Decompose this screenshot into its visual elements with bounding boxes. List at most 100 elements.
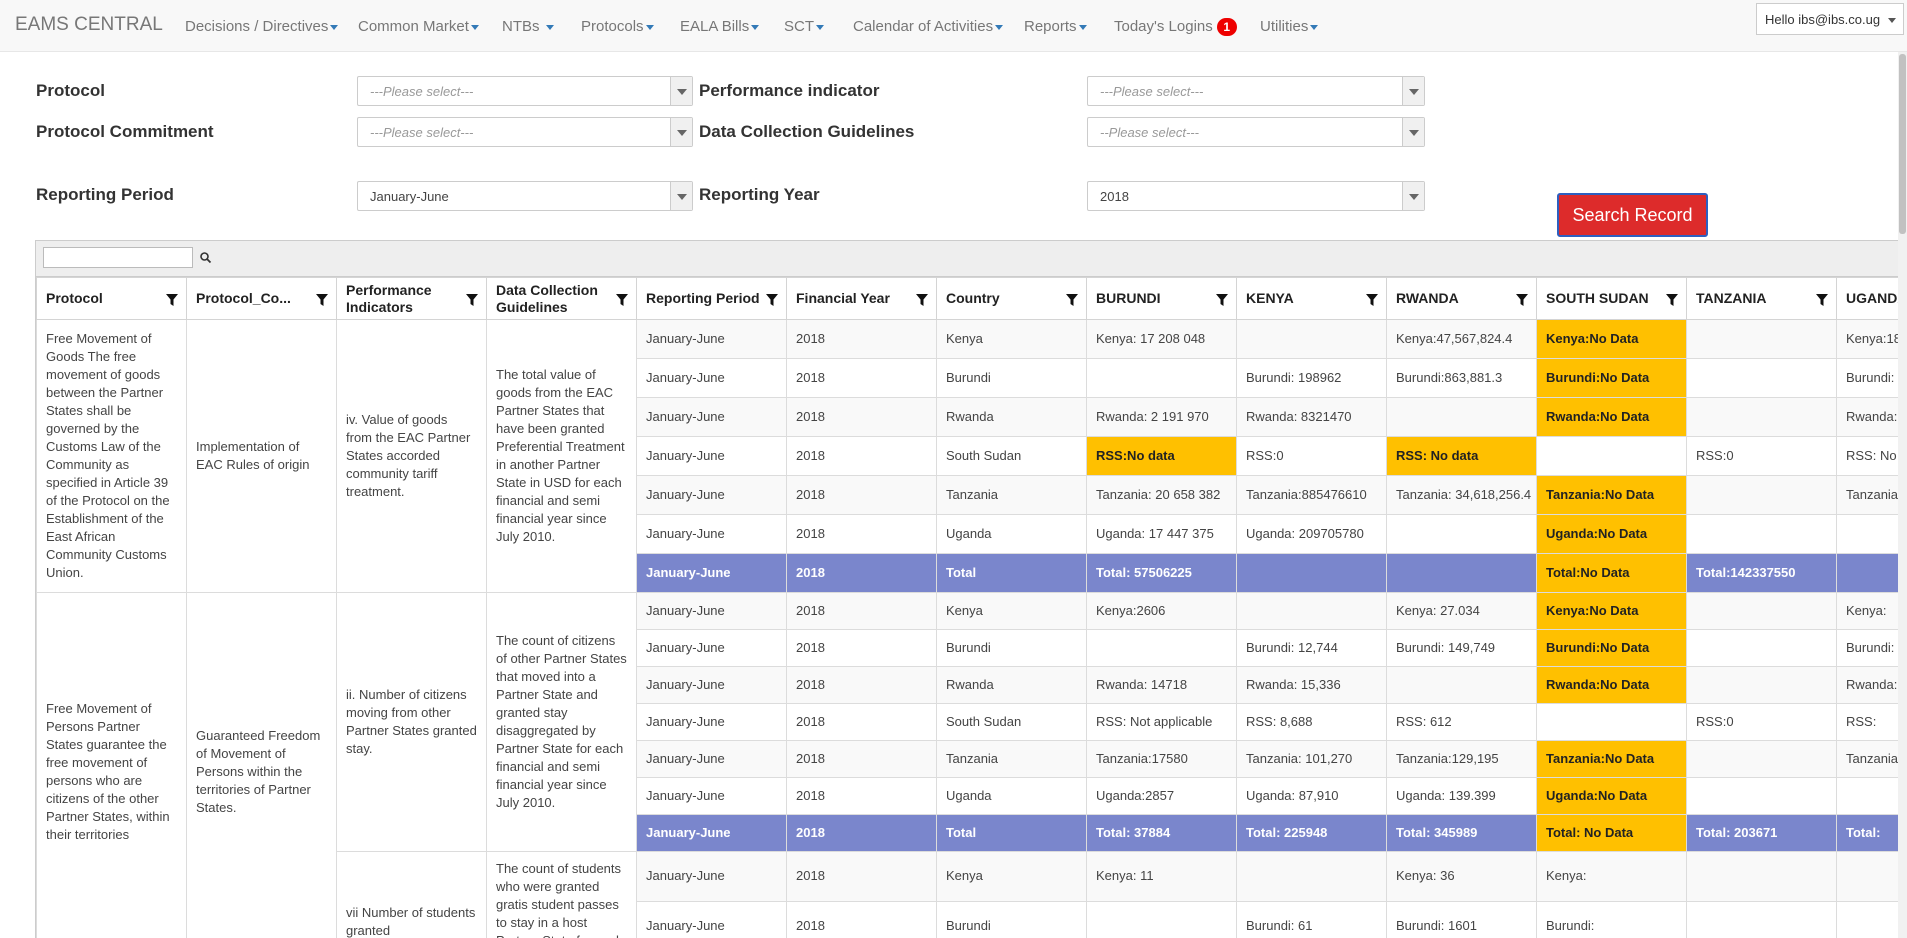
table-row[interactable]: Free Movement of Persons Partner States … bbox=[36, 592, 1906, 938]
table-cell: January-June bbox=[636, 900, 787, 938]
column-header[interactable]: UGANDA bbox=[1836, 277, 1906, 320]
column-header[interactable]: KENYA bbox=[1236, 277, 1387, 320]
nav-common-market[interactable]: Common Market bbox=[358, 18, 479, 35]
column-header[interactable]: Performance Indicators bbox=[336, 277, 487, 320]
filter-icon[interactable] bbox=[1066, 294, 1078, 306]
column-header[interactable]: TANZANIA bbox=[1686, 277, 1837, 320]
filter-icon[interactable] bbox=[316, 294, 328, 306]
dropdown-arrow-icon[interactable] bbox=[1402, 77, 1424, 105]
nav-utilities[interactable]: Utilities bbox=[1260, 18, 1319, 35]
filter-icon[interactable] bbox=[616, 294, 628, 306]
nav-todays-logins[interactable]: Today's Logins 1 bbox=[1114, 18, 1237, 37]
nav-decisions[interactable]: Decisions / Directives bbox=[185, 18, 339, 35]
table-cell: Tanzania bbox=[936, 740, 1087, 778]
dropdown-arrow-icon[interactable] bbox=[670, 77, 692, 105]
table-cell: Rwanda bbox=[936, 397, 1087, 437]
filter-icon[interactable] bbox=[466, 294, 478, 306]
table-cell bbox=[1686, 319, 1837, 359]
page-scrollbar[interactable] bbox=[1898, 52, 1907, 938]
filter-icon[interactable] bbox=[766, 294, 778, 306]
table-cell: RSS: 612 bbox=[1386, 703, 1537, 741]
user-menu[interactable]: Hello ibs@ibs.co.ug bbox=[1756, 3, 1904, 35]
dropdown-arrow-icon[interactable] bbox=[670, 182, 692, 210]
column-header[interactable]: Protocol_Co... bbox=[186, 277, 337, 320]
table-cell: Burundi:863,881.3 bbox=[1386, 358, 1537, 398]
column-header[interactable]: SOUTH SUDAN bbox=[1536, 277, 1687, 320]
column-header[interactable]: RWANDA bbox=[1386, 277, 1537, 320]
table-cell: 2018 bbox=[786, 900, 937, 938]
brand-logo[interactable]: EAMS CENTRAL bbox=[15, 14, 163, 36]
table-cell bbox=[1836, 777, 1906, 815]
table-cell: Burundi: bbox=[1536, 900, 1687, 938]
table-cell: Rwanda: bbox=[1836, 397, 1906, 437]
table-cell bbox=[1686, 666, 1837, 704]
filter-icon[interactable] bbox=[1216, 294, 1228, 306]
table-cell: Kenya: bbox=[1836, 592, 1906, 630]
protocol-select[interactable]: ---Please select--- bbox=[357, 76, 693, 106]
scrollbar-thumb[interactable] bbox=[1899, 54, 1906, 234]
guideline-cell: The count of citizens of other Partner S… bbox=[486, 592, 637, 852]
table-cell: Burundi: 61 bbox=[1236, 900, 1387, 938]
dropdown-arrow-icon[interactable] bbox=[1402, 118, 1424, 146]
nav-calendar[interactable]: Calendar of Activities bbox=[853, 18, 1004, 35]
filter-icon[interactable] bbox=[1816, 294, 1828, 306]
nav-protocols[interactable]: Protocols bbox=[581, 18, 654, 35]
table-cell: RSS:0 bbox=[1686, 436, 1837, 476]
table-cell: January-June bbox=[636, 514, 787, 554]
table-cell bbox=[1386, 666, 1537, 704]
dropdown-arrow-icon[interactable] bbox=[1402, 182, 1424, 210]
dropdown-arrow-icon[interactable] bbox=[670, 118, 692, 146]
table-cell: Rwanda: 8321470 bbox=[1236, 397, 1387, 437]
nav-reports[interactable]: Reports bbox=[1024, 18, 1087, 35]
filter-icon[interactable] bbox=[1516, 294, 1528, 306]
reporting-period-select[interactable]: January-June bbox=[357, 181, 693, 211]
grid-search-input[interactable] bbox=[43, 247, 193, 268]
protocol-commitment-select[interactable]: ---Please select--- bbox=[357, 117, 693, 147]
filter-icon[interactable] bbox=[1366, 294, 1378, 306]
filter-icon[interactable] bbox=[166, 294, 178, 306]
column-header[interactable]: Reporting Period bbox=[636, 277, 787, 320]
table-cell: Rwanda:No Data bbox=[1536, 397, 1687, 437]
table-cell bbox=[1686, 592, 1837, 630]
search-icon[interactable] bbox=[199, 251, 213, 265]
table-cell: RSS:0 bbox=[1686, 703, 1837, 741]
table-cell: Burundi: bbox=[1836, 358, 1906, 398]
table-cell: Kenya:No Data bbox=[1536, 592, 1687, 630]
performance-indicator-select[interactable]: ---Please select--- bbox=[1087, 76, 1425, 106]
table-cell: Total bbox=[936, 553, 1087, 593]
guideline-cell: The total value of goods from the EAC Pa… bbox=[486, 319, 637, 593]
data-collection-guidelines-label: Data Collection Guidelines bbox=[699, 122, 915, 141]
guideline-cell: The count of students who were granted g… bbox=[486, 851, 637, 938]
table-cell: January-June bbox=[636, 740, 787, 778]
table-cell: 2018 bbox=[786, 592, 937, 630]
table-cell: Tanzania:No Data bbox=[1536, 740, 1687, 778]
reporting-year-select[interactable]: 2018 bbox=[1087, 181, 1425, 211]
table-cell: January-June bbox=[636, 629, 787, 667]
table-cell: Kenya: 11 bbox=[1086, 851, 1237, 902]
column-header[interactable]: BURUNDI bbox=[1086, 277, 1237, 320]
search-record-button[interactable]: Search Record bbox=[1557, 193, 1708, 237]
table-cell: Burundi bbox=[936, 900, 1087, 938]
table-cell: Total: 345989 bbox=[1386, 814, 1537, 852]
column-header[interactable]: Financial Year bbox=[786, 277, 937, 320]
table-cell: RSS:0 bbox=[1236, 436, 1387, 476]
nav-sct[interactable]: SCT bbox=[784, 18, 824, 35]
filter-icon[interactable] bbox=[1666, 294, 1678, 306]
chevron-down-icon bbox=[751, 24, 760, 30]
table-row[interactable]: Free Movement of Goods The free movement… bbox=[36, 319, 1906, 593]
nav-ntbs[interactable]: NTBs bbox=[502, 18, 554, 35]
nav-eala-bills[interactable]: EALA Bills bbox=[680, 18, 760, 35]
table-cell: January-June bbox=[636, 777, 787, 815]
column-header[interactable]: Protocol bbox=[36, 277, 187, 320]
table-cell: Uganda: 17 447 375 bbox=[1086, 514, 1237, 554]
table-cell: Kenya:18 bbox=[1836, 319, 1906, 359]
chevron-down-icon bbox=[816, 24, 824, 30]
column-header[interactable]: Data Collection Guidelines bbox=[486, 277, 637, 320]
table-cell: 2018 bbox=[786, 514, 937, 554]
filter-icon[interactable] bbox=[916, 294, 928, 306]
table-cell bbox=[1686, 475, 1837, 515]
column-header[interactable]: Country bbox=[936, 277, 1087, 320]
table-cell bbox=[1386, 553, 1537, 593]
table-cell: January-June bbox=[636, 358, 787, 398]
data-collection-guidelines-select[interactable]: --Please select--- bbox=[1087, 117, 1425, 147]
